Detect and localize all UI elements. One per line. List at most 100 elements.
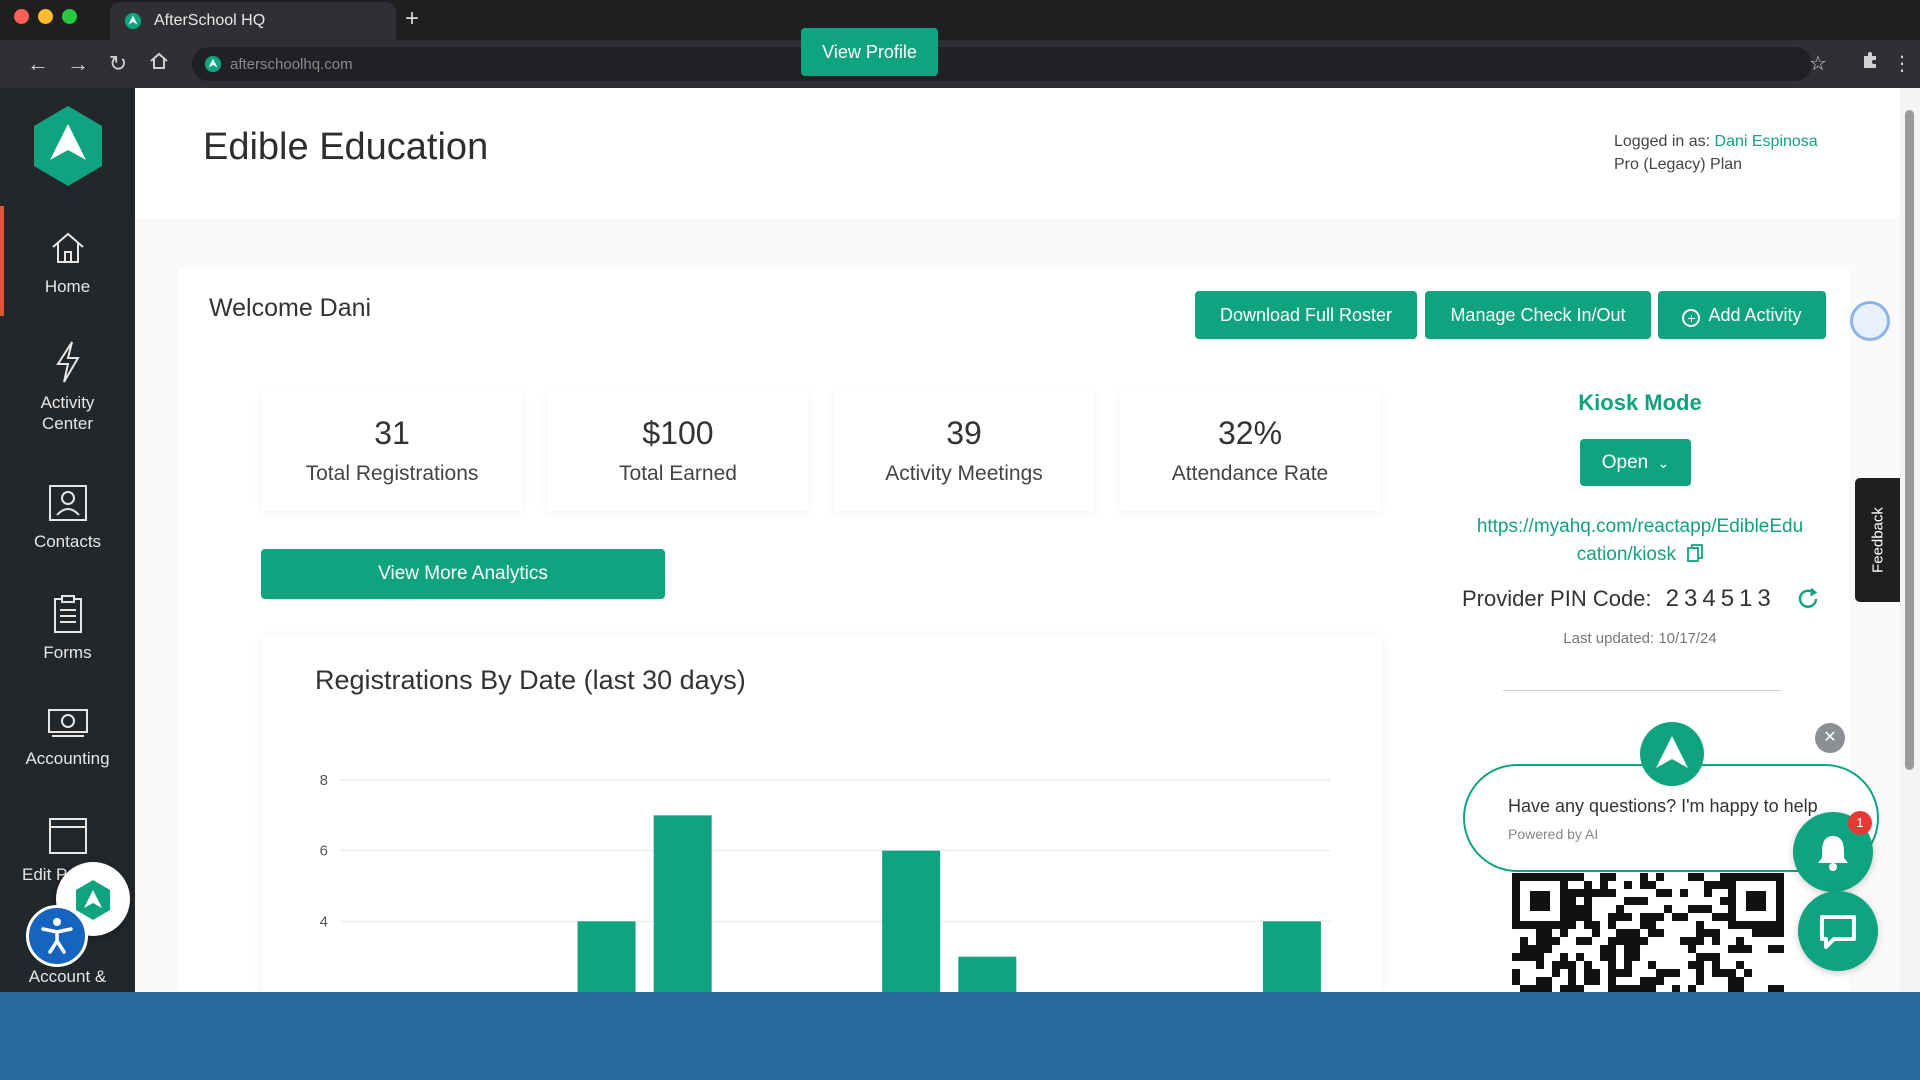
stat-label: Activity Meetings — [885, 462, 1043, 485]
qr-code — [1512, 873, 1784, 992]
sidebar-item-activity-center[interactable]: Activity Center — [0, 340, 135, 434]
stat-label: Total Registrations — [305, 462, 479, 485]
kiosk-open-dropdown[interactable]: Open ⌄ — [1580, 439, 1691, 486]
feedback-tab[interactable]: Feedback — [1855, 478, 1900, 602]
home-browser-icon[interactable] — [145, 50, 173, 78]
afterschool-favicon-icon — [124, 12, 142, 30]
stat-total-registrations: 31 Total Registrations — [262, 391, 522, 511]
copy-icon[interactable] — [1687, 544, 1704, 562]
afterschool-logo-icon[interactable] — [32, 106, 104, 186]
kiosk-mode-title: Kiosk Mode — [1578, 390, 1702, 415]
refresh-pin-icon[interactable] — [1796, 587, 1820, 611]
kiosk-divider — [1503, 690, 1781, 691]
stat-value: 39 — [946, 415, 982, 451]
sidebar-item-contacts[interactable]: Contacts — [0, 483, 135, 552]
forward-arrow-icon[interactable]: → — [64, 50, 92, 78]
view-more-analytics-button[interactable]: View More Analytics — [261, 549, 665, 599]
sidebar-item-home[interactable]: Home — [0, 228, 135, 297]
pin-code: 234513 — [1665, 585, 1776, 612]
new-tab-button[interactable]: + — [405, 6, 419, 32]
y-tick-label: 8 — [320, 772, 328, 789]
stat-value: 32% — [1217, 415, 1283, 451]
address-bar[interactable]: afterschoolhq.com — [192, 47, 1812, 81]
kiosk-url-line1: https://myahq.com/reactapp/EdibleEdu — [1476, 516, 1804, 537]
open-label: Open — [1601, 452, 1649, 473]
welcome-heading: Welcome Dani — [209, 294, 372, 322]
stat-activity-meetings: 39 Activity Meetings — [834, 391, 1094, 511]
view-profile-button[interactable]: View Profile — [801, 28, 938, 76]
logged-in-prefix: Logged in as: — [1614, 133, 1711, 150]
sidebar-item-forms[interactable]: Forms — [0, 594, 135, 663]
manage-checkin-button[interactable]: Manage Check In/Out — [1425, 291, 1651, 339]
stat-total-earned: $100 Total Earned — [548, 391, 808, 511]
page-title: Edible Education — [203, 126, 489, 168]
chart-bar[interactable] — [577, 921, 636, 992]
chart-bar[interactable] — [958, 956, 1017, 992]
pin-label: Provider PIN Code: — [1462, 586, 1652, 611]
provider-pin-row: Provider PIN Code: 234513 — [1462, 585, 1776, 613]
plan-label: Pro (Legacy) Plan — [1614, 156, 1743, 173]
stat-value: 31 — [374, 415, 410, 451]
browser-menu-icon[interactable]: ⋮ — [1888, 50, 1916, 78]
open-chat-button[interactable] — [1798, 891, 1878, 971]
bottom-band — [0, 992, 1920, 1080]
chevron-down-icon: ⌄ — [1657, 455, 1670, 471]
logged-in-info: Logged in as: Dani Espinosa Pro (Legacy)… — [1614, 130, 1818, 176]
browser-window-icon — [48, 818, 87, 854]
y-tick-label: 6 — [320, 843, 328, 860]
home-icon — [51, 232, 84, 263]
afterschool-logo-icon — [1656, 736, 1688, 768]
lightning-icon — [55, 341, 80, 383]
browser-toolbar: ← → ↻ afterschoolhq.com ☆ ⋮ — [0, 40, 1920, 88]
sidebar-item-label: Accounting — [25, 749, 110, 768]
maximize-window-button[interactable] — [62, 9, 77, 24]
site-favicon-icon — [204, 55, 222, 73]
back-arrow-icon[interactable]: ← — [24, 50, 52, 78]
browser-tab-bar: AfterSchool HQ + — [0, 0, 1920, 40]
add-activity-button[interactable]: + Add Activity — [1658, 291, 1826, 339]
minimize-window-button[interactable] — [38, 9, 53, 24]
sidebar-item-label: Contacts — [33, 532, 102, 551]
chat-icon — [1820, 915, 1856, 949]
registrations-bar-chart: 8 6 4 — [320, 772, 1330, 992]
sidebar: Home Activity Center Contacts Forms Acco… — [0, 88, 135, 992]
user-name-link[interactable]: Dani Espinosa — [1715, 133, 1818, 150]
download-roster-button[interactable]: Download Full Roster — [1195, 291, 1417, 339]
sidebar-item-label: Forms — [43, 643, 92, 662]
notification-badge: 1 — [1848, 811, 1872, 835]
feedback-label: Feedback — [1869, 507, 1886, 573]
sidebar-item-label: Home — [44, 277, 91, 296]
page-scrollbar[interactable] — [1900, 88, 1920, 992]
chart-bar[interactable] — [882, 850, 941, 992]
clipboard-icon — [53, 595, 82, 633]
y-tick-label: 4 — [320, 913, 328, 930]
cash-icon — [47, 709, 88, 737]
tab-title: AfterSchool HQ — [154, 12, 266, 29]
contacts-icon — [48, 485, 87, 521]
chart-bar[interactable] — [1262, 921, 1321, 992]
kiosk-url-link[interactable]: https://myahq.com/reactapp/EdibleEdu cat… — [1448, 513, 1832, 569]
stat-value: $100 — [642, 415, 714, 451]
url-text: afterschoolhq.com — [230, 56, 353, 73]
sidebar-item-label: Account & — [28, 967, 107, 986]
accessibility-button[interactable] — [26, 905, 88, 967]
reload-icon[interactable]: ↻ — [104, 50, 132, 78]
kiosk-url-line2: cation/kiosk — [1576, 544, 1676, 565]
chart-title: Registrations By Date (last 30 days) — [315, 665, 746, 695]
stat-label: Total Earned — [619, 462, 737, 485]
plus-circle-icon: + — [1682, 309, 1701, 327]
chart-bar[interactable] — [653, 815, 712, 992]
scrollbar-thumb[interactable] — [1905, 110, 1914, 770]
extensions-puzzle-icon[interactable] — [1856, 50, 1884, 78]
bookmark-star-icon[interactable]: ☆ — [1804, 50, 1832, 78]
accessibility-icon — [41, 918, 73, 954]
last-updated-text: Last updated: 10/17/24 — [1563, 630, 1717, 647]
sync-status-icon[interactable] — [1850, 301, 1890, 341]
chat-close-icon[interactable]: ✕ — [1815, 723, 1845, 753]
close-window-button[interactable] — [14, 9, 29, 24]
browser-tab[interactable]: AfterSchool HQ — [110, 2, 396, 40]
sidebar-item-label: Activity Center — [40, 393, 95, 433]
add-activity-label: Add Activity — [1708, 305, 1802, 325]
stat-attendance-rate: 32% Attendance Rate — [1120, 391, 1380, 511]
sidebar-item-accounting[interactable]: Accounting — [0, 704, 135, 769]
